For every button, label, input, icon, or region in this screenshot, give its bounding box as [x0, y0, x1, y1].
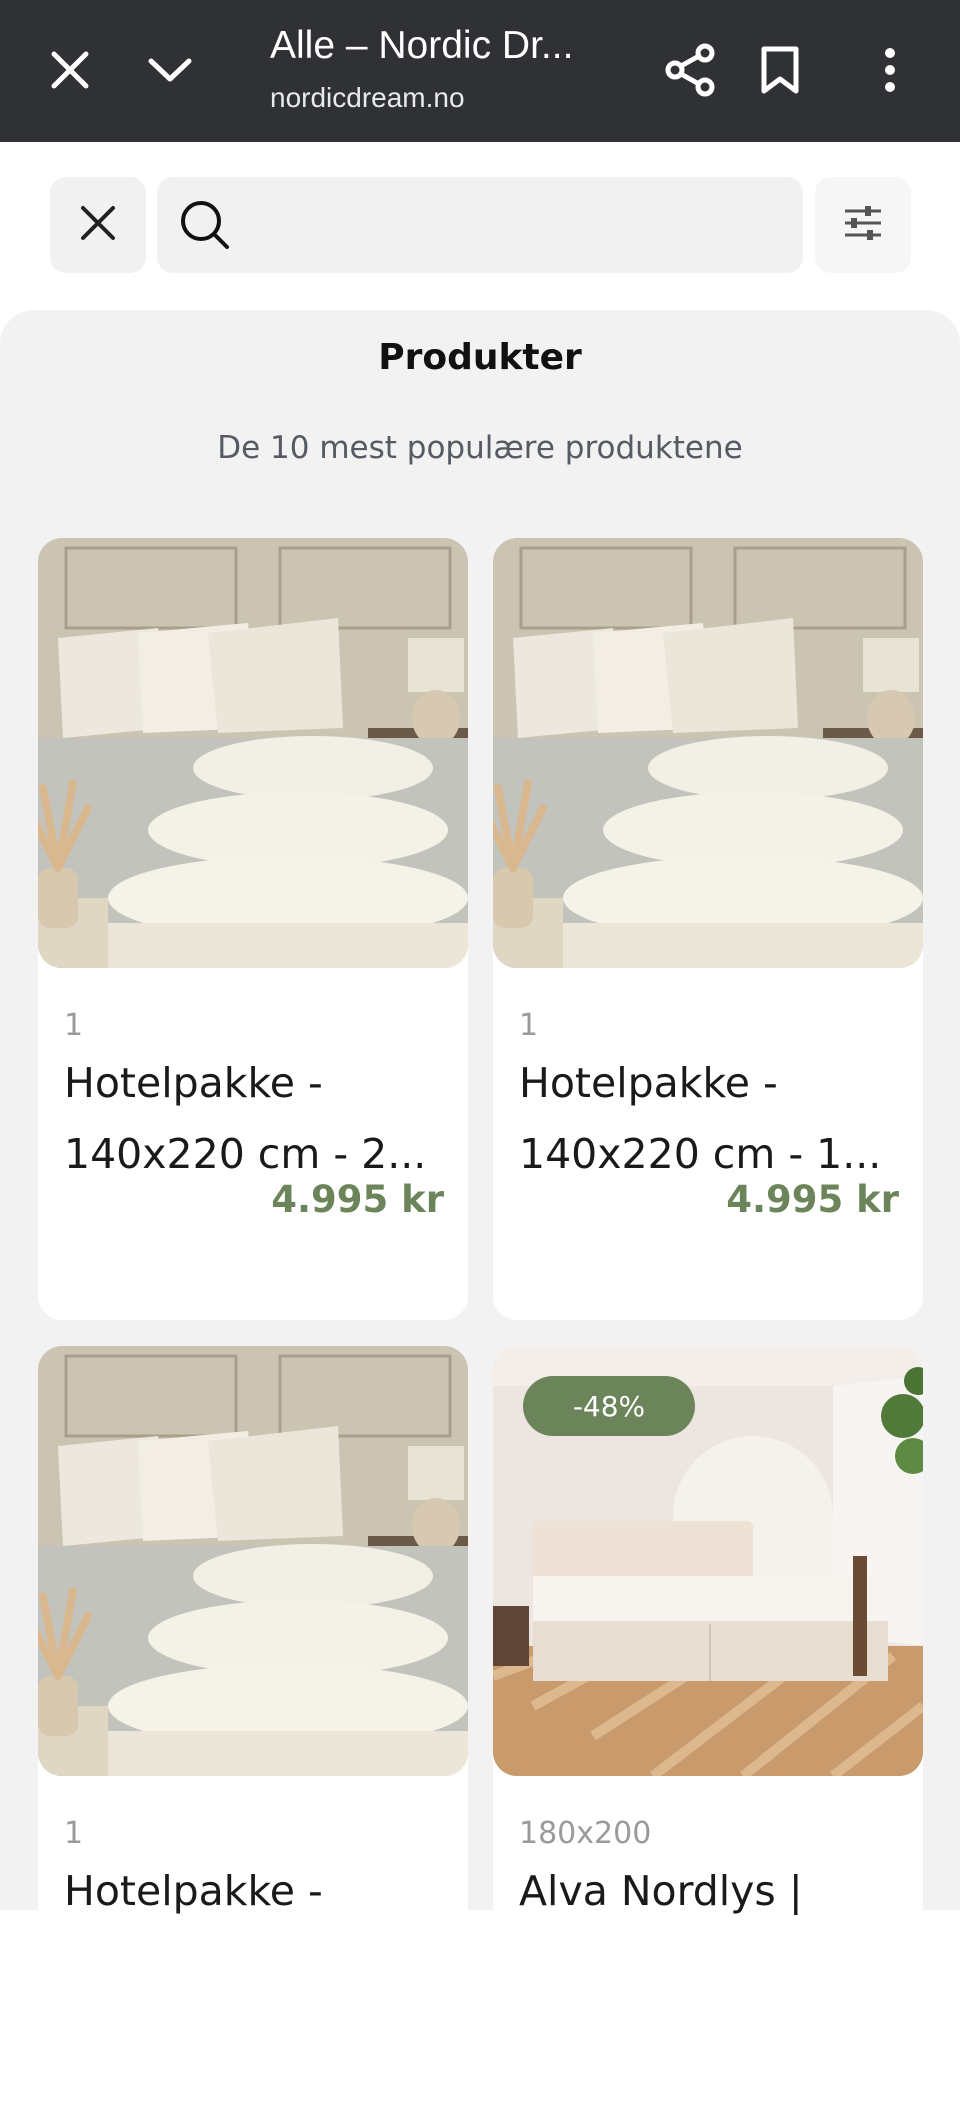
browser-toolbar: Alle – Nordic Dr... nordicdream.no [0, 0, 960, 142]
pillows-duvets-photo [38, 1346, 468, 1776]
product-card[interactable]: -48% 180x200 Alva Nordlys | [493, 1346, 923, 2128]
product-name-line: Hotelpakke - [64, 1059, 323, 1107]
product-name-line: Hotelpakke - [64, 1867, 323, 1915]
product-name[interactable]: Hotelpakke - [64, 1856, 444, 1927]
product-meta: 1 [519, 1008, 539, 1043]
search-input[interactable] [251, 206, 803, 244]
close-search-button[interactable] [50, 177, 146, 273]
filter-button[interactable] [815, 177, 911, 273]
panel-title: Produkter [378, 337, 582, 378]
pillows-duvets-photo [493, 538, 923, 968]
chevron-down-icon[interactable] [140, 40, 200, 100]
close-icon [80, 205, 116, 245]
bookmark-icon[interactable] [750, 40, 810, 100]
page-title[interactable]: Alle – Nordic Dr... [270, 24, 573, 68]
product-card[interactable]: 1 Hotelpakke - 140x220 cm - 1... 4.995 k… [493, 538, 923, 1320]
product-card[interactable]: 1 Hotelpakke - [38, 1346, 468, 2128]
product-name[interactable]: Hotelpakke - 140x220 cm - 1... [519, 1048, 899, 1190]
product-meta: 1 [64, 1008, 84, 1043]
filter-sliders-icon [843, 203, 883, 247]
product-price: 4.995 kr [726, 1178, 899, 1221]
product-meta: 1 [64, 1816, 84, 1851]
product-card[interactable]: 1 Hotelpakke - 140x220 cm - 2... 4.995 k… [38, 538, 468, 1320]
product-name[interactable]: Hotelpakke - 140x220 cm - 2... [64, 1048, 444, 1190]
panel-subtitle: De 10 mest populære produktene [217, 430, 743, 466]
close-icon[interactable] [40, 40, 100, 100]
search-field[interactable] [157, 177, 803, 273]
product-price: 4.995 kr [271, 1178, 444, 1221]
search-icon [179, 199, 231, 251]
product-meta: 180x200 [519, 1816, 652, 1851]
share-icon[interactable] [660, 40, 720, 100]
product-name-line: Hotelpakke - [519, 1059, 778, 1107]
pillows-duvets-photo [38, 538, 468, 968]
discount-badge: -48% [523, 1376, 695, 1436]
page-url[interactable]: nordicdream.no [270, 82, 465, 114]
product-name-line: Alva Nordlys | [519, 1867, 803, 1915]
product-name[interactable]: Alva Nordlys | [519, 1856, 899, 1927]
more-vert-icon[interactable] [860, 40, 920, 100]
